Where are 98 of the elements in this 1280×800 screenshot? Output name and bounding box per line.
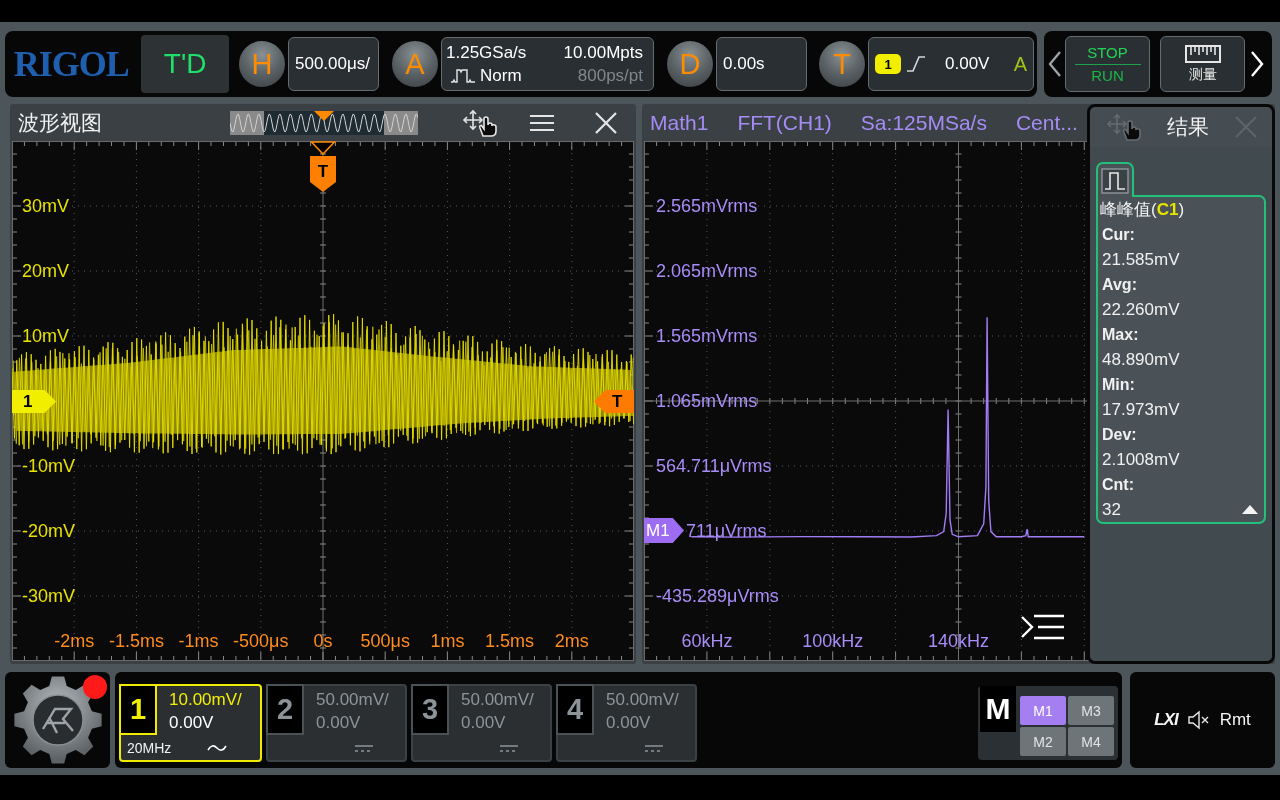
axis-label: 60kHz — [681, 630, 733, 652]
axis-label: 20mV — [22, 260, 70, 282]
axis-label: -1ms — [178, 630, 219, 652]
stat-value: 32 — [1101, 499, 1121, 520]
axis-label: -2ms — [54, 630, 95, 652]
list-expand-icon[interactable] — [1020, 612, 1066, 642]
timebase-button[interactable]: 500.00μs/ — [288, 37, 379, 91]
channel-scale: 50.00mV/ — [316, 690, 390, 710]
channel-panel[interactable]: 2 50.00mV/ 0.00V — [266, 684, 407, 762]
stat-label: Cur: — [1101, 225, 1135, 244]
math-channel-button[interactable]: M3 — [1068, 696, 1114, 725]
chevron-left-icon[interactable] — [1048, 49, 1062, 79]
stat-label: Avg: — [1101, 275, 1137, 294]
stat-label: Max: — [1101, 325, 1139, 344]
channel-offset: 0.00V — [316, 713, 362, 733]
axis-label: 100kHz — [802, 630, 864, 652]
axis-label: 0s — [313, 630, 333, 652]
stat-value: 17.973mV — [1101, 399, 1180, 420]
math-key-button[interactable]: M — [980, 686, 1016, 732]
stat-label: Min: — [1101, 375, 1135, 394]
axis-label: 1ms — [430, 630, 465, 652]
axis-label: 1.5ms — [485, 630, 535, 652]
results-title: 结果 — [1167, 114, 1209, 140]
axis-label: -1.5ms — [108, 630, 164, 652]
channel-number: 2 — [266, 684, 304, 735]
ruler-icon — [1184, 44, 1221, 63]
measurement-title: 峰峰值(C1) — [1100, 199, 1185, 221]
axis-label: 2.565mVrms — [656, 195, 758, 217]
stat-value: 21.585mV — [1101, 249, 1180, 270]
time-resolution: 800ps/pt — [577, 65, 643, 86]
axis-label: 140kHz — [928, 630, 989, 652]
memory-depth: 10.00Mpts — [563, 42, 643, 63]
math-header-text: Sa:125MSa/s — [860, 110, 987, 135]
channel-scale: 50.00mV/ — [461, 690, 535, 710]
mode-button[interactable]: T'D — [141, 35, 229, 93]
stat-value: 22.260mV — [1101, 299, 1180, 320]
axis-label: -435.289μVrms — [656, 585, 779, 607]
channel-scale: 50.00mV/ — [606, 690, 680, 710]
channel-panel[interactable]: 3 50.00mV/ 0.00V — [411, 684, 552, 762]
math-header-text: Math1 — [650, 110, 709, 135]
run-stop-button[interactable]: STOP RUN — [1065, 36, 1150, 92]
stat-label: Cnt: — [1101, 475, 1134, 494]
axis-label: 1.565mVrms — [656, 325, 758, 347]
lxi-logo: LXI — [1154, 710, 1178, 730]
channel-panel[interactable]: 4 50.00mV/ 0.00V — [556, 684, 697, 762]
acquire-mode: Norm — [480, 65, 522, 86]
trigger-sweep: A — [1013, 52, 1027, 76]
trigger-source-badge: 1 — [875, 54, 901, 74]
menu-icon[interactable] — [528, 112, 556, 133]
axis-label: -10mV — [22, 455, 75, 477]
remote-status: Rmt — [1219, 710, 1251, 730]
axis-label: -500μs — [233, 630, 289, 652]
pulse-icon — [450, 66, 476, 85]
gear-logo-icon[interactable] — [12, 675, 103, 765]
move-hand-icon[interactable] — [462, 108, 498, 137]
trigger-button[interactable]: 1 0.00V A — [868, 37, 1034, 91]
channel-number: 4 — [556, 684, 594, 735]
math-channel-button[interactable]: M2 — [1020, 727, 1066, 756]
channel-panel[interactable]: 1 10.00mV/ 0.00V 20MHz — [119, 684, 262, 762]
stat-label: Dev: — [1101, 425, 1137, 444]
channel-scale: 10.00mV/ — [169, 690, 243, 710]
math-channel-button[interactable]: M4 — [1068, 727, 1114, 756]
axis-label: 564.711μVrms — [656, 455, 772, 477]
axis-label: 2ms — [554, 630, 589, 652]
stat-value: 2.1008mV — [1101, 449, 1180, 470]
panel-title: 波形视图 — [18, 109, 102, 136]
axis-label: 2.065mVrms — [656, 260, 758, 282]
channel-number: 3 — [411, 684, 449, 735]
trigger-position-marker[interactable]: T — [310, 156, 336, 192]
axis-label: 1.065mVrms — [656, 390, 758, 412]
pulse-icon — [1101, 167, 1129, 194]
channel-offset: 0.00V — [461, 713, 507, 733]
math-header-text: FFT(CH1) — [737, 110, 832, 135]
up-triangle-icon[interactable] — [1242, 505, 1258, 514]
axis-label: 711μVrms — [686, 520, 767, 542]
rising-edge-icon — [906, 54, 926, 74]
measurement-tab[interactable] — [1096, 162, 1134, 197]
axis-label: 500μs — [360, 630, 410, 652]
math-header-text: Cent... — [1015, 110, 1078, 135]
delay-button[interactable]: 0.00s — [716, 37, 807, 91]
axis-label: -30mV — [22, 585, 75, 607]
axis-label: -20mV — [22, 520, 75, 542]
channel-offset: 0.00V — [606, 713, 652, 733]
stat-value: 48.890mV — [1101, 349, 1180, 370]
waveform-overview[interactable] — [230, 110, 418, 135]
measure-button[interactable]: 测量 — [1160, 36, 1245, 92]
notification-dot-icon — [83, 675, 107, 699]
bandwidth-limit: 20MHz — [127, 739, 173, 756]
trigger-level: 0.00V — [945, 54, 990, 74]
brand-logo: RIGOL — [13, 44, 129, 84]
sample-rate: 1.25GSa/s — [446, 42, 527, 63]
axis-label: 30mV — [22, 195, 70, 217]
acquire-button[interactable]: 1.25GSa/s 10.00Mpts Norm 800ps/pt — [441, 37, 654, 91]
channel-offset: 0.00V — [169, 713, 215, 733]
math-level-marker[interactable]: M1 — [644, 518, 684, 543]
chevron-right-icon[interactable] — [1250, 49, 1264, 79]
channel-number: 1 — [119, 684, 157, 735]
axis-label: 10mV — [22, 325, 70, 347]
